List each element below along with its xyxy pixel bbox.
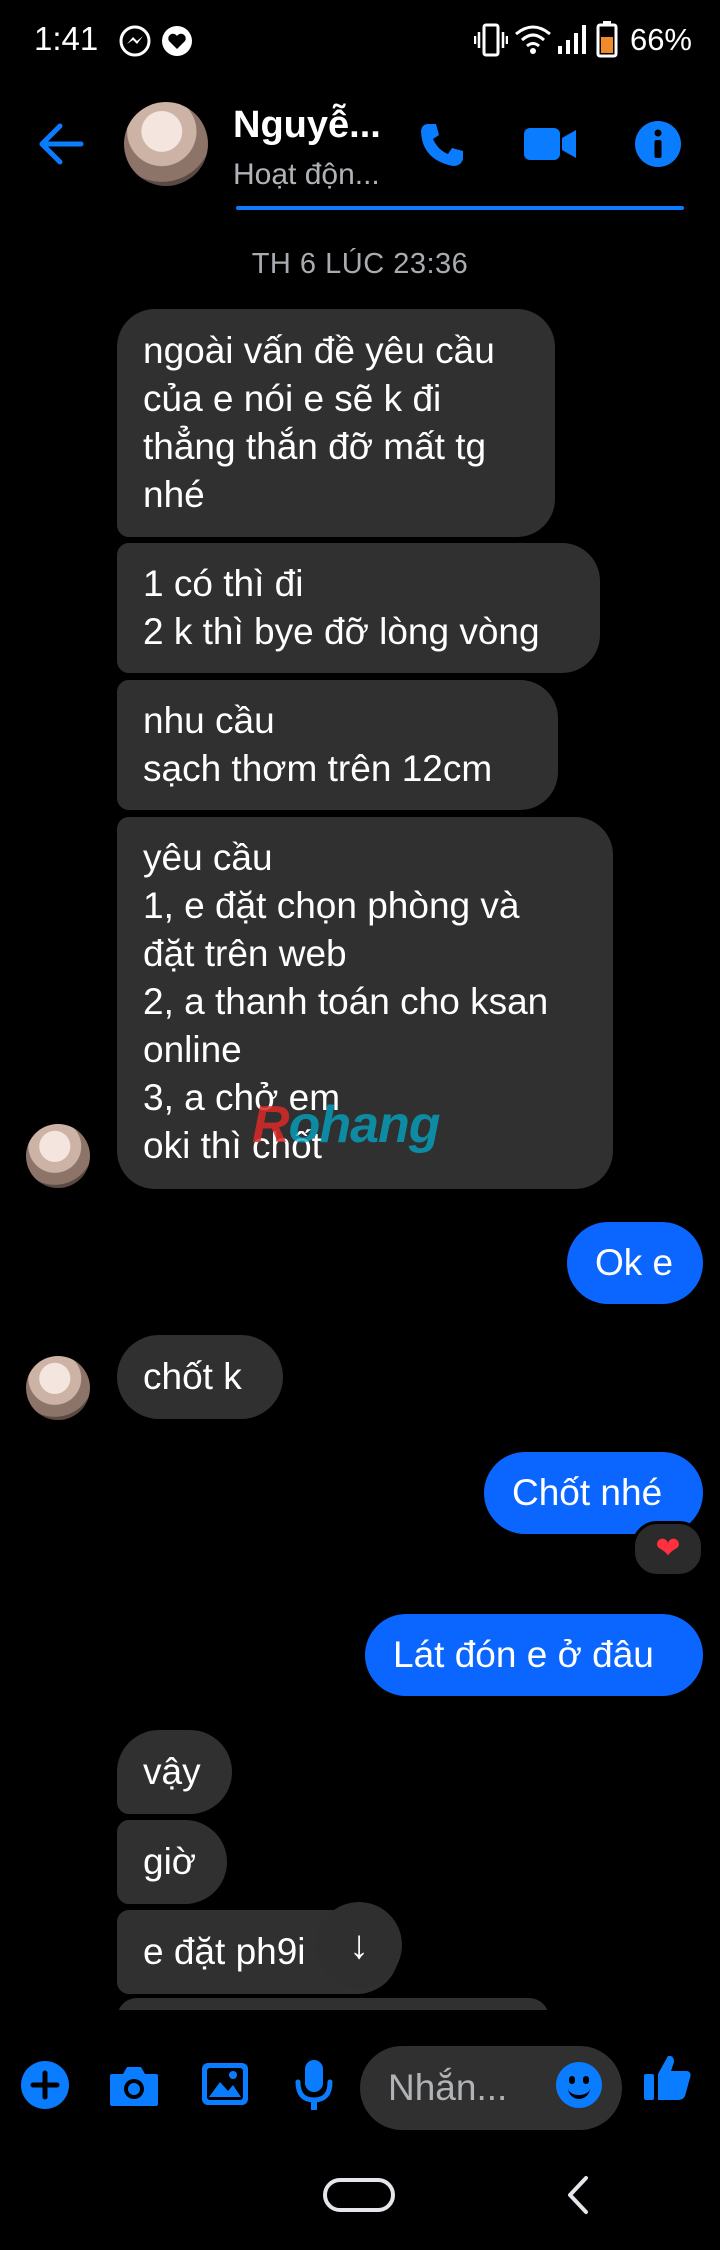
outgoing-message[interactable]: Ok e	[567, 1222, 703, 1304]
incoming-message[interactable]: giờ	[117, 1820, 227, 1904]
home-pill-icon[interactable]	[323, 2178, 395, 2212]
phone-icon[interactable]	[418, 120, 464, 168]
wifi-icon	[515, 25, 551, 54]
back-arrow-icon[interactable]	[38, 122, 84, 166]
info-icon[interactable]	[634, 120, 682, 168]
scroll-down-button[interactable]: ↓	[316, 1902, 402, 1988]
battery-percent: 66%	[629, 22, 692, 57]
camera-icon[interactable]	[108, 2062, 160, 2108]
incoming-message[interactable]: chốt k	[117, 1335, 283, 1419]
outgoing-message[interactable]: Lát đón e ở đâu	[365, 1614, 703, 1696]
sender-avatar[interactable]	[26, 1124, 90, 1188]
heart-message-icon	[162, 26, 192, 56]
plus-icon[interactable]	[20, 2060, 70, 2110]
sender-avatar[interactable]	[26, 1356, 90, 1420]
emoji-icon[interactable]	[556, 2062, 602, 2108]
incoming-message[interactable]: ngoài vấn đề yêu cầu của e nói e sẽ k đi…	[117, 309, 555, 537]
conversation-header: Nguyễ... Hoạt độn...	[0, 80, 720, 210]
incoming-message[interactable]: nhu cầu sạch thơm trên 12cm	[117, 680, 558, 810]
messenger-icon	[119, 25, 151, 57]
status-time: 1:41	[34, 20, 99, 57]
microphone-icon[interactable]	[294, 2058, 334, 2112]
contact-avatar[interactable]	[124, 102, 208, 186]
thumbs-up-icon[interactable]	[642, 2052, 694, 2104]
watermark: Rohang	[252, 1096, 441, 1154]
status-bar: 1:41 66%	[0, 0, 720, 80]
vibrate-icon	[474, 23, 508, 57]
header-divider	[236, 206, 684, 210]
video-camera-icon[interactable]	[522, 124, 578, 164]
contact-status: Hoạt độn...	[233, 158, 380, 191]
incoming-message[interactable]: 1 có thì đi 2 k thì bye đỡ lòng vòng	[117, 543, 600, 673]
message-timestamp: TH 6 LÚC 23:36	[251, 248, 469, 280]
signal-icon	[558, 25, 586, 54]
battery-icon	[596, 21, 618, 58]
incoming-message[interactable]: vậy	[117, 1730, 232, 1814]
contact-name[interactable]: Nguyễ...	[233, 104, 381, 147]
back-chevron-icon[interactable]	[566, 2175, 590, 2215]
heart-reaction-icon[interactable]: ❤	[632, 1521, 704, 1577]
image-icon[interactable]	[200, 2061, 250, 2107]
